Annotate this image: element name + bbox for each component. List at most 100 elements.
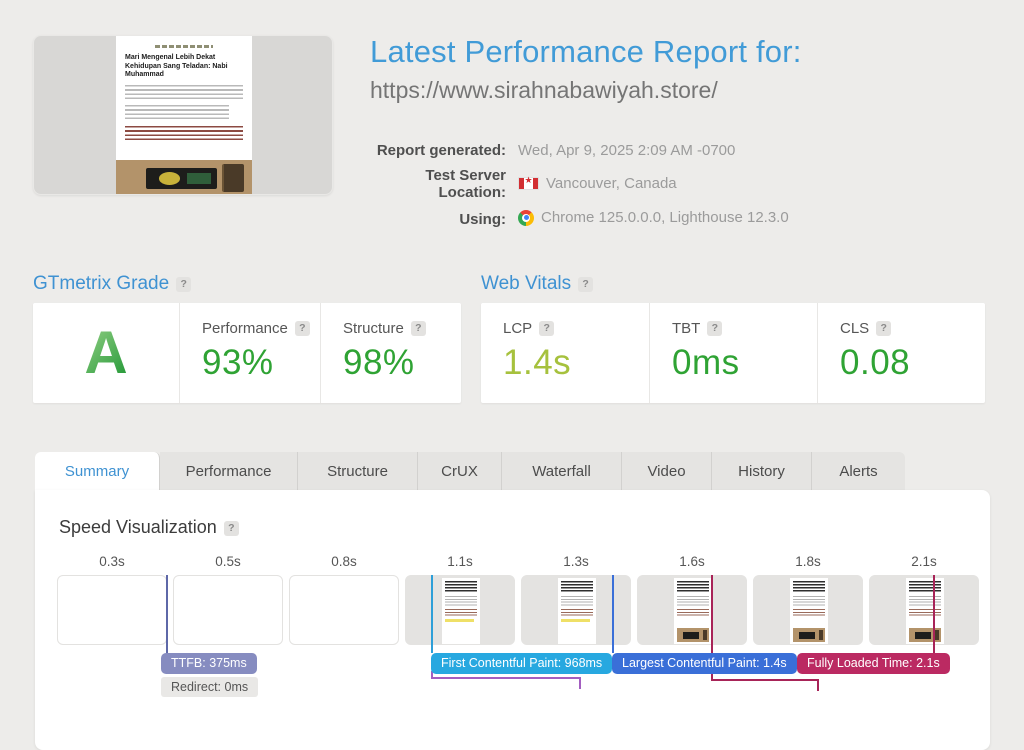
thumbnail-photo-object bbox=[146, 168, 217, 189]
metric-label: CLS? bbox=[840, 320, 985, 337]
gtmetrix-grade-heading: GTmetrix Grade? bbox=[33, 273, 191, 295]
page-thumbnail: Mari Mengenal Lebih Dekat Kehidupan Sang… bbox=[33, 35, 333, 195]
gtmetrix-grade-card: A Performance? 93% Structure? 98% bbox=[33, 303, 461, 403]
help-icon[interactable]: ? bbox=[539, 321, 554, 336]
thumbnail-paragraph bbox=[125, 105, 229, 120]
onload-connector-line bbox=[711, 679, 819, 681]
filmstrip-frame[interactable] bbox=[521, 575, 631, 645]
tick-label: 1.3s bbox=[521, 554, 631, 569]
metric-label: LCP? bbox=[503, 320, 649, 337]
tbt-value: 0ms bbox=[672, 343, 817, 383]
performance-cell: Performance? 93% bbox=[179, 303, 320, 403]
summary-panel: Speed Visualization? 0.3s 0.5s 0.8s 1.1s… bbox=[35, 490, 990, 750]
help-icon[interactable]: ? bbox=[224, 521, 239, 536]
cls-label: CLS bbox=[840, 320, 869, 337]
help-icon[interactable]: ? bbox=[707, 321, 722, 336]
grade-cell: A bbox=[33, 303, 179, 403]
meta-value: Vancouver, Canada bbox=[518, 163, 789, 205]
web-vitals-heading: Web Vitals? bbox=[481, 273, 593, 295]
tab-performance[interactable]: Performance bbox=[160, 452, 298, 490]
filmstrip-frame[interactable] bbox=[869, 575, 979, 645]
tab-alerts[interactable]: Alerts bbox=[812, 452, 905, 490]
redirect-note: Redirect: 0ms bbox=[161, 677, 258, 697]
ttfb-badge: TTFB: 375ms bbox=[161, 653, 257, 674]
meta-row-using: Using: Chrome 125.0.0.0, Lighthouse 12.3… bbox=[368, 205, 789, 234]
fully-loaded-badge: Fully Loaded Time: 2.1s bbox=[797, 653, 950, 674]
meta-location-text: Vancouver, Canada bbox=[546, 175, 677, 192]
help-icon[interactable]: ? bbox=[295, 321, 310, 336]
tick-label: 1.1s bbox=[405, 554, 515, 569]
structure-value: 98% bbox=[343, 343, 461, 383]
performance-label: Performance bbox=[202, 320, 288, 337]
tab-history[interactable]: History bbox=[712, 452, 812, 490]
cls-cell: CLS? 0.08 bbox=[817, 303, 985, 403]
report-meta: Report generated: Wed, Apr 9, 2025 2:09 … bbox=[368, 138, 789, 234]
fcp-marker-line bbox=[431, 575, 433, 653]
report-title: Latest Performance Report for: bbox=[370, 34, 802, 70]
performance-value: 93% bbox=[202, 343, 320, 383]
lcp-marker-line bbox=[612, 575, 614, 653]
thumbnail-photo bbox=[116, 160, 252, 195]
help-icon[interactable]: ? bbox=[876, 321, 891, 336]
onload-connector-stub bbox=[817, 679, 819, 691]
metric-label: TBT? bbox=[672, 320, 817, 337]
tab-video[interactable]: Video bbox=[622, 452, 712, 490]
tick-label: 1.6s bbox=[637, 554, 747, 569]
meta-label: Test Server Location: bbox=[368, 163, 518, 205]
meta-label: Using: bbox=[368, 205, 518, 234]
ttfb-marker-line bbox=[166, 575, 168, 653]
gtmetrix-grade-title: GTmetrix Grade bbox=[33, 273, 169, 294]
report-tabs: Summary Performance Structure CrUX Water… bbox=[35, 452, 905, 490]
thumbnail-paragraph bbox=[125, 85, 243, 100]
metric-label: Structure? bbox=[343, 320, 461, 337]
speed-visualization: 0.3s 0.5s 0.8s 1.1s 1.3s 1.6s 1.8s 2.1s bbox=[57, 554, 979, 645]
purple-connector-stub bbox=[579, 677, 581, 689]
lcp-value: 1.4s bbox=[503, 343, 649, 383]
thumbnail-photo-book bbox=[222, 164, 244, 193]
fcp-badge: First Contentful Paint: 968ms bbox=[431, 653, 612, 674]
timeline-ticks: 0.3s 0.5s 0.8s 1.1s 1.3s 1.6s 1.8s 2.1s bbox=[57, 554, 979, 569]
canada-flag-icon bbox=[518, 177, 539, 190]
grade-letter: A bbox=[84, 323, 127, 383]
tab-crux[interactable]: CrUX bbox=[418, 452, 502, 490]
thumbnail-heading: Mari Mengenal Lebih Dekat Kehidupan Sang… bbox=[125, 54, 243, 80]
meta-row-location: Test Server Location: Vancouver, Canada bbox=[368, 163, 789, 205]
web-vitals-title: Web Vitals bbox=[481, 273, 571, 294]
thumbnail-paragraph bbox=[125, 126, 243, 143]
tbt-label: TBT bbox=[672, 320, 700, 337]
help-icon[interactable]: ? bbox=[578, 277, 593, 292]
structure-label: Structure bbox=[343, 320, 404, 337]
meta-value: Wed, Apr 9, 2025 2:09 AM -0700 bbox=[518, 138, 789, 163]
tab-summary[interactable]: Summary bbox=[35, 452, 160, 490]
filmstrip-frame[interactable] bbox=[289, 575, 399, 645]
tick-label: 2.1s bbox=[869, 554, 979, 569]
meta-browser-text: Chrome 125.0.0.0, Lighthouse 12.3.0 bbox=[541, 209, 789, 226]
filmstrip-frame[interactable] bbox=[57, 575, 167, 645]
tick-label: 0.8s bbox=[289, 554, 399, 569]
filmstrip-frame[interactable] bbox=[753, 575, 863, 645]
lcp-cell: LCP? 1.4s bbox=[481, 303, 649, 403]
filmstrip-frame[interactable] bbox=[637, 575, 747, 645]
tbt-cell: TBT? 0ms bbox=[649, 303, 817, 403]
help-icon[interactable]: ? bbox=[411, 321, 426, 336]
purple-connector-line bbox=[431, 677, 581, 679]
chrome-icon bbox=[518, 210, 534, 226]
filmstrip bbox=[57, 575, 979, 645]
help-icon[interactable]: ? bbox=[176, 277, 191, 292]
lcp-badge: Largest Contentful Paint: 1.4s bbox=[612, 653, 797, 674]
speed-visualization-heading: Speed Visualization? bbox=[35, 490, 990, 538]
thumbnail-site-page: Mari Mengenal Lebih Dekat Kehidupan Sang… bbox=[116, 36, 252, 195]
tab-structure[interactable]: Structure bbox=[298, 452, 418, 490]
lcp-label: LCP bbox=[503, 320, 532, 337]
meta-row-generated: Report generated: Wed, Apr 9, 2025 2:09 … bbox=[368, 138, 789, 163]
filmstrip-frame[interactable] bbox=[173, 575, 283, 645]
tick-label: 0.3s bbox=[57, 554, 167, 569]
web-vitals-card: LCP? 1.4s TBT? 0ms CLS? 0.08 bbox=[481, 303, 985, 403]
tick-label: 1.8s bbox=[753, 554, 863, 569]
tab-waterfall[interactable]: Waterfall bbox=[502, 452, 622, 490]
meta-value: Chrome 125.0.0.0, Lighthouse 12.3.0 bbox=[518, 205, 789, 234]
report-url: https://www.sirahnabawiyah.store/ bbox=[370, 77, 802, 104]
filmstrip-frame[interactable] bbox=[405, 575, 515, 645]
cls-value: 0.08 bbox=[840, 343, 985, 383]
thumbnail-arabic-calligraphy bbox=[155, 45, 213, 48]
